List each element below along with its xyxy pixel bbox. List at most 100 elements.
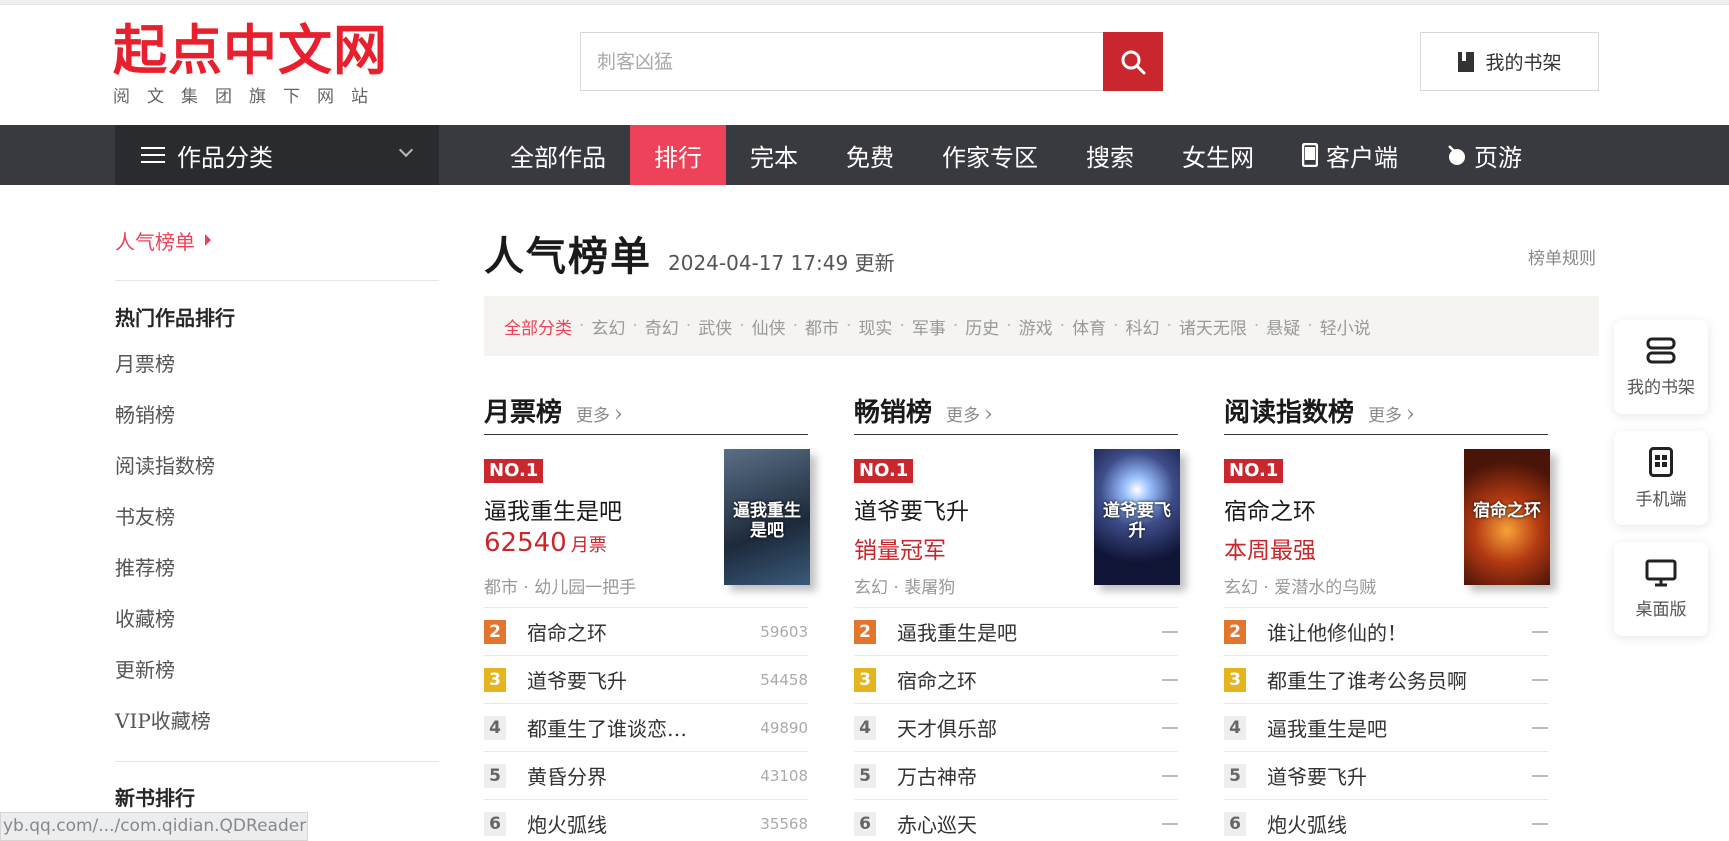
category-menu[interactable]: 作品分类	[115, 125, 439, 185]
site-logo[interactable]: 起点中文网 阅文集团旗下网站	[113, 22, 388, 108]
rules-link[interactable]: 榜单规则	[1528, 244, 1596, 269]
logo-subtitle: 阅文集团旗下网站	[113, 87, 385, 107]
rank-row[interactable]: 5 万古神帝	[854, 751, 1178, 799]
nav-free[interactable]: 免费	[822, 125, 918, 185]
more-link[interactable]: 更多	[946, 401, 993, 427]
rank-row[interactable]: 3 都重生了谁考公务员啊	[1224, 655, 1548, 703]
rank-row[interactable]: 6 赤心巡天	[854, 799, 1178, 841]
rank-book-name[interactable]: 炮火弧线	[527, 809, 760, 838]
rank-row[interactable]: 3 道爷要飞升 54458	[484, 655, 808, 703]
rank-column-title[interactable]: 月票榜	[484, 392, 562, 429]
rank-row[interactable]: 2 逼我重生是吧	[854, 607, 1178, 655]
filter-item[interactable]: 游戏	[1019, 314, 1053, 339]
rank-book-name[interactable]: 黄昏分界	[527, 761, 760, 790]
sidebar-item-fans[interactable]: 书友榜	[115, 492, 439, 543]
filter-item[interactable]: 现实	[858, 314, 892, 339]
rank-row[interactable]: 4 都重生了谁谈恋… 49890	[484, 703, 808, 751]
rank-row[interactable]: 3 宿命之环	[854, 655, 1178, 703]
search-input[interactable]	[581, 33, 1104, 90]
rank-book-name[interactable]: 逼我重生是吧	[897, 617, 1162, 646]
filter-item[interactable]: 轻小说	[1320, 314, 1371, 339]
top-book-name[interactable]: 道爷要飞升	[854, 492, 969, 526]
sidebar-item-recommend[interactable]: 推荐榜	[115, 543, 439, 594]
rank-book-name[interactable]: 宿命之环	[527, 617, 760, 646]
book-cover[interactable]: 宿命之环	[1464, 449, 1550, 585]
more-link[interactable]: 更多	[1368, 401, 1415, 427]
my-bookshelf-button[interactable]: 我的书架	[1420, 32, 1599, 91]
rank-book-name[interactable]: 天才俱乐部	[897, 713, 1162, 742]
filter-item[interactable]: 悬疑	[1266, 314, 1300, 339]
rank-book-name[interactable]: 万古神帝	[897, 761, 1162, 790]
sidebar-item-monthly[interactable]: 月票榜	[115, 339, 439, 390]
rank-value: 49890	[760, 718, 808, 737]
no1-badge: NO.1	[484, 459, 544, 483]
rank-book-name[interactable]: 炮火弧线	[1267, 809, 1532, 838]
nav-ranking[interactable]: 排行	[630, 125, 726, 185]
filter-item[interactable]: 都市	[805, 314, 839, 339]
top-book[interactable]: NO.1 道爷要飞升 销量冠军 玄幻 · 裴屠狗 道爷要飞升	[854, 435, 1180, 607]
filter-item[interactable]: 武侠	[698, 314, 732, 339]
search-button[interactable]	[1103, 32, 1163, 91]
filter-separator: ·	[579, 316, 585, 336]
filter-item[interactable]: 历史	[965, 314, 999, 339]
sidebar-item-read-index[interactable]: 阅读指数榜	[115, 441, 439, 492]
rank-row[interactable]: 6 炮火弧线	[1224, 799, 1548, 841]
category-label: 作品分类	[177, 143, 273, 172]
rank-book-name[interactable]: 道爷要飞升	[527, 665, 760, 694]
rank-row[interactable]: 2 谁让他修仙的！	[1224, 607, 1548, 655]
nav-female-site[interactable]: 女生网	[1158, 125, 1278, 185]
rank-value: 59603	[760, 622, 808, 641]
filter-item[interactable]: 体育	[1072, 314, 1106, 339]
float-desktop[interactable]: 桌面版	[1614, 542, 1708, 636]
no-change-dash	[1162, 630, 1178, 633]
sidebar-item-bestseller[interactable]: 畅销榜	[115, 390, 439, 441]
nav-finished[interactable]: 完本	[726, 125, 822, 185]
rank-book-name[interactable]: 赤心巡天	[897, 809, 1162, 838]
top-book-name[interactable]: 逼我重生是吧	[484, 492, 622, 526]
nav-all-works[interactable]: 全部作品	[486, 125, 630, 185]
filter-item[interactable]: 奇幻	[645, 314, 679, 339]
my-bookshelf-label: 我的书架	[1485, 52, 1562, 74]
sidebar-current[interactable]: 人气榜单	[115, 226, 439, 254]
filter-item[interactable]: 科幻	[1125, 314, 1159, 339]
rank-column-title[interactable]: 畅销榜	[854, 392, 932, 429]
rank-book-name[interactable]: 逼我重生是吧	[1267, 713, 1532, 742]
top-book[interactable]: NO.1 逼我重生是吧 62540 月票 都市 · 幼儿园一把手 逼我重生是吧	[484, 435, 810, 607]
rank-row[interactable]: 6 炮火弧线 35568	[484, 799, 808, 841]
book-cover[interactable]: 道爷要飞升	[1094, 449, 1180, 585]
rank-row[interactable]: 4 逼我重生是吧	[1224, 703, 1548, 751]
nav-search[interactable]: 搜索	[1062, 125, 1158, 185]
nav-client[interactable]: 客户端	[1278, 125, 1422, 185]
sidebar-item-update[interactable]: 更新榜	[115, 645, 439, 696]
top-book-stat-value: 本周最强	[1224, 538, 1316, 564]
filter-item[interactable]: 诸天无限	[1179, 314, 1247, 339]
nav-author-zone[interactable]: 作家专区	[918, 125, 1062, 185]
sidebar-item-vip-collect[interactable]: VIP收藏榜	[115, 696, 439, 747]
rank-book-name[interactable]: 谁让他修仙的！	[1267, 617, 1532, 646]
top-book[interactable]: NO.1 宿命之环 本周最强 玄幻 · 爱潜水的乌贼 宿命之环	[1224, 435, 1550, 607]
rank-row[interactable]: 5 道爷要飞升	[1224, 751, 1548, 799]
rank-book-name[interactable]: 都重生了谁谈恋…	[527, 713, 760, 742]
book-cover[interactable]: 逼我重生是吧	[724, 449, 810, 585]
top-book-name[interactable]: 宿命之环	[1224, 492, 1316, 526]
rank-row[interactable]: 5 黄昏分界 43108	[484, 751, 808, 799]
rank-book-name[interactable]: 都重生了谁考公务员啊	[1267, 665, 1532, 694]
rank-book-name[interactable]: 道爷要飞升	[1267, 761, 1532, 790]
rank-column-title[interactable]: 阅读指数榜	[1224, 392, 1354, 429]
rank-number: 3	[854, 667, 876, 692]
float-bookshelf-label: 我的书架	[1627, 377, 1695, 398]
top-book-stat-value: 销量冠军	[854, 538, 946, 564]
more-link[interactable]: 更多	[576, 401, 623, 427]
filter-item[interactable]: 军事	[912, 314, 946, 339]
sidebar-item-collect[interactable]: 收藏榜	[115, 594, 439, 645]
rank-row[interactable]: 2 宿命之环 59603	[484, 607, 808, 655]
rank-number: 2	[854, 619, 876, 644]
rank-book-name[interactable]: 宿命之环	[897, 665, 1162, 694]
float-bookshelf[interactable]: 我的书架	[1614, 320, 1708, 414]
filter-item[interactable]: 全部分类	[504, 314, 572, 339]
nav-web-games[interactable]: 页游	[1422, 125, 1546, 185]
filter-item[interactable]: 玄幻	[591, 314, 625, 339]
float-mobile[interactable]: 手机端	[1614, 431, 1708, 525]
rank-row[interactable]: 4 天才俱乐部	[854, 703, 1178, 751]
filter-item[interactable]: 仙侠	[752, 314, 786, 339]
